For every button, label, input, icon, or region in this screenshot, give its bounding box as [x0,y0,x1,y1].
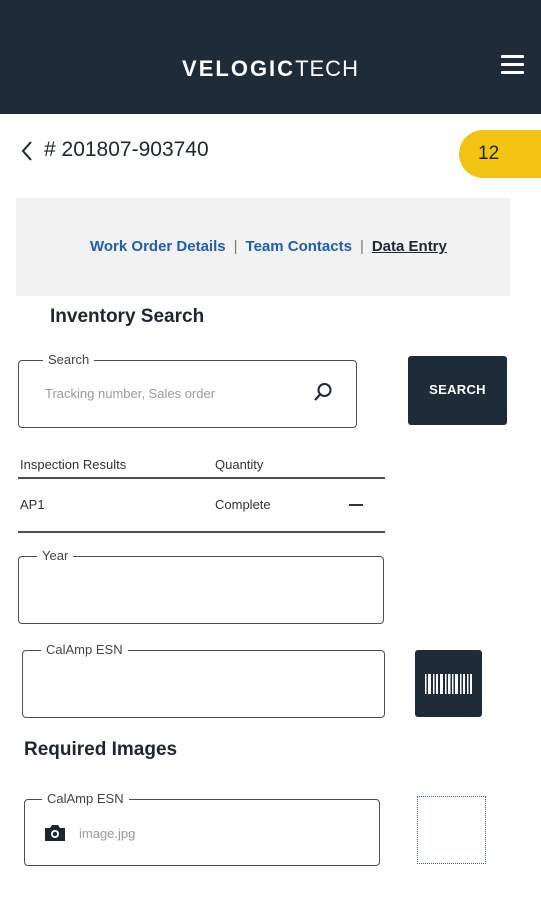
count-badge: 12 [459,130,541,178]
hamburger-menu-icon[interactable] [498,52,528,78]
tab-work-order-details[interactable]: Work Order Details [90,238,226,255]
app-header: VELOGICTECH [0,0,541,114]
tab-separator: | [359,238,364,255]
order-header: # 201807-903740 12 [0,114,541,194]
search-field-label: Search [43,352,95,367]
inventory-search-title: Inventory Search [50,306,205,327]
tab-data-entry[interactable]: Data Entry [372,238,447,255]
image-field-label: CalAmp ESN [42,791,129,806]
order-number: # 201807-903740 [44,138,209,161]
tab-team-contacts[interactable]: Team Contacts [246,238,352,255]
file-placeholder: image.jpg [79,826,136,841]
row-name: AP1 [20,497,45,512]
magnifier-icon[interactable] [312,381,334,403]
image-upload-field[interactable]: CalAmp ESN image.jpg [24,791,380,866]
calamp-esn-label: CalAmp ESN [41,642,128,657]
search-input[interactable]: Search Tracking number, Sales order [18,352,357,428]
year-field-label: Year [37,548,74,563]
barcode-scan-button[interactable] [415,650,482,717]
tab-bar: Work Order Details | Team Contacts | Data En… [16,198,510,296]
column-header-inspection-results: Inspection Results [20,457,127,472]
column-header-quantity: Quantity [215,457,264,472]
row-quantity: Complete [215,497,271,512]
search-button[interactable]: SEARCH [408,356,507,425]
calamp-esn-field[interactable]: CalAmp ESN [22,642,385,718]
table-divider [18,531,385,533]
image-thumbnail-slot[interactable] [417,796,486,864]
chevron-left-icon[interactable] [20,140,34,162]
search-placeholder: Tracking number, Sales order [45,386,216,401]
tab-separator: | [233,238,238,255]
required-images-title: Required Images [24,739,178,760]
barcode-icon [425,674,472,694]
camera-icon[interactable] [43,824,67,842]
table-divider [18,477,385,479]
remove-row-icon[interactable] [349,504,363,506]
year-field[interactable]: Year [18,548,384,624]
brand-logo: VELOGICTECH [182,56,359,81]
